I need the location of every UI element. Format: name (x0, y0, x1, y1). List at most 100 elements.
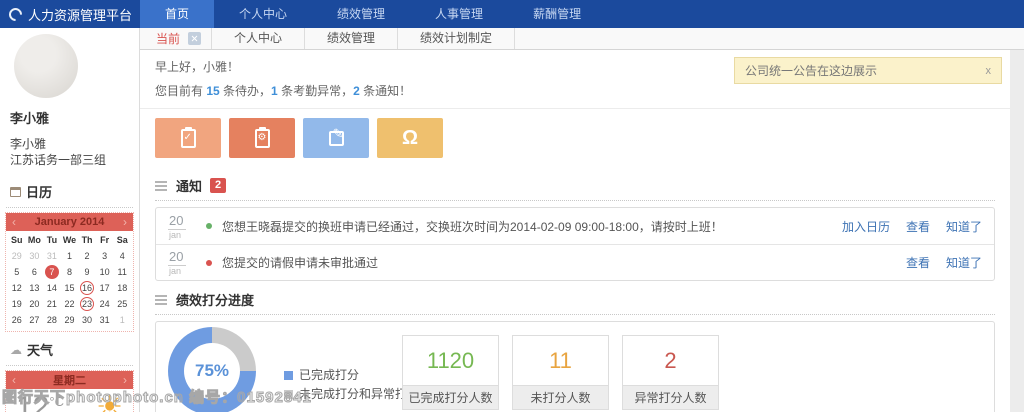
weekday-label: Fr (100, 235, 110, 246)
calendar-day[interactable]: 4 (113, 249, 131, 263)
main-area: 当前 个人中心 绩效管理 绩效计划制定 早上好，小雅！ 您目前有 15 条待办，… (140, 28, 1024, 412)
top-navbar: 人力资源管理平台 首页 个人中心 绩效管理 人事管理 薪酬管理 (0, 0, 1024, 28)
weekday-label: Th (81, 235, 93, 246)
calendar-day[interactable]: 14 (43, 281, 61, 295)
calendar-day[interactable]: 11 (113, 265, 131, 279)
calendar-prev-icon[interactable]: ‹ (12, 215, 16, 229)
todo-count: 15 (206, 84, 220, 98)
calendar-day[interactable]: 31 (43, 249, 61, 263)
calendar-section-header: 日历 (0, 174, 139, 205)
calendar-day-circled[interactable]: 23 (80, 297, 95, 312)
clipboard-gear-button[interactable]: ⚙ (229, 118, 295, 158)
calendar-icon (10, 186, 21, 197)
calendar-day[interactable]: 15 (61, 281, 79, 295)
divider (155, 314, 995, 315)
nav-item-hr[interactable]: 人事管理 (410, 0, 508, 28)
tab-performance-plan[interactable]: 绩效计划制定 (397, 28, 516, 49)
calendar-day[interactable]: 2 (78, 249, 96, 263)
weather-section-title: 天气 (27, 343, 54, 359)
calendar-day[interactable]: 29 (8, 249, 26, 263)
calendar-day[interactable]: 5 (8, 265, 26, 279)
list-icon (155, 298, 167, 301)
calendar-day[interactable]: 9 (78, 265, 96, 279)
calendar-header: ‹ January 2014 › (6, 213, 133, 232)
edit-button[interactable]: ✎ (303, 118, 369, 158)
acknowledge-link[interactable]: 知道了 (946, 218, 982, 235)
calendar-day[interactable]: 27 (26, 313, 44, 327)
announcement-close-icon[interactable]: x (986, 65, 992, 77)
status-dot-red (206, 259, 212, 266)
donut-center-label: 75% (194, 361, 230, 380)
calendar-day[interactable]: 8 (61, 265, 79, 279)
donut-chart: 75% (168, 327, 256, 412)
calendar-day[interactable]: 12 (8, 281, 26, 295)
calendar-day-selected[interactable]: 7 (44, 265, 59, 280)
weekday-label: Mo (27, 235, 41, 246)
stat-label: 异常打分人数 (623, 385, 718, 409)
logo-icon (6, 4, 25, 24)
weather-body: 12°C ☀ (6, 389, 133, 412)
weather-day-label: 星期二 (53, 375, 86, 388)
calendar-day[interactable]: 21 (43, 297, 61, 311)
notice-section-header: 通知 2 (140, 167, 1010, 195)
notice-date: 20 jan (168, 249, 202, 276)
tab-personal-center[interactable]: 个人中心 (211, 28, 304, 49)
calendar-day[interactable]: 31 (96, 313, 114, 327)
greeting-block: 早上好，小雅！ 您目前有 15 条待办，1 条考勤异常，2 条通知！ 公司统一公… (140, 50, 1010, 109)
calendar-day[interactable]: 13 (26, 281, 44, 295)
acknowledge-link[interactable]: 知道了 (946, 254, 982, 271)
calendar-day[interactable]: 25 (113, 297, 131, 311)
calendar-day[interactable]: 19 (8, 297, 26, 311)
progress-title: 绩效打分进度 (176, 293, 255, 308)
view-link[interactable]: 查看 (906, 218, 930, 235)
stat-card-completed: 1120 已完成打分人数 (402, 335, 499, 410)
calendar-day[interactable]: 30 (78, 313, 96, 327)
tab-performance[interactable]: 绩效管理 (304, 28, 397, 49)
calendar-day[interactable]: 28 (43, 313, 61, 327)
calendar-day[interactable]: 6 (26, 265, 44, 279)
calendar-day[interactable]: 3 (96, 249, 114, 263)
weather-next-icon[interactable]: › (123, 373, 127, 387)
sun-icon: ☀ (96, 391, 123, 412)
cloud-icon: ☁ (10, 342, 22, 357)
user-info-block: 李小雅 江苏话务一部三组 (0, 129, 139, 174)
status-dot-green (206, 223, 212, 229)
nav-item-personal[interactable]: 个人中心 (214, 0, 312, 28)
calendar-day[interactable]: 24 (96, 297, 114, 311)
add-to-calendar-link[interactable]: 加入日历 (842, 218, 890, 235)
calendar-day[interactable]: 26 (8, 313, 26, 327)
calendar-next-icon[interactable]: › (123, 215, 127, 229)
avatar[interactable] (14, 34, 78, 98)
weather-prev-icon[interactable]: ‹ (12, 373, 16, 387)
temperature-value: 12°C (16, 391, 64, 412)
calendar-day[interactable]: 29 (61, 313, 79, 327)
calendar-grid: Su Mo Tu We Th Fr Sa 29 30 31 1 2 3 4 5 … (6, 231, 133, 331)
sidebar: 李小雅 李小雅 江苏话务一部三组 日历 ‹ January 2014 › Su … (0, 28, 140, 412)
calendar-day[interactable]: 1 (113, 313, 131, 327)
attendance-exception-count: 1 (271, 84, 278, 98)
stat-label: 未打分人数 (513, 385, 608, 409)
calendar-widget: ‹ January 2014 › Su Mo Tu We Th Fr Sa 29… (5, 212, 134, 333)
calendar-day-circled[interactable]: 16 (80, 281, 95, 296)
nav-item-salary[interactable]: 薪酬管理 (508, 0, 606, 28)
progress-panel: 75% 已完成打分 未完成打分和异常打分 1120 已完成打分人数 11 未打分… (155, 321, 995, 412)
nav-item-home[interactable]: 首页 (140, 0, 215, 28)
close-icon[interactable] (188, 32, 202, 45)
calendar-day[interactable]: 1 (61, 249, 79, 263)
calendar-month-label: January 2014 (34, 216, 105, 229)
view-link[interactable]: 查看 (906, 254, 930, 271)
calendar-day[interactable]: 30 (26, 249, 44, 263)
stat-card-exception: 2 异常打分人数 (622, 335, 719, 410)
calendar-day[interactable]: 20 (26, 297, 44, 311)
current-label: 当前 (156, 32, 181, 46)
chart-legend: 已完成打分 未完成打分和异常打分 (284, 366, 419, 404)
calendar-day[interactable]: 10 (96, 265, 114, 279)
calendar-day[interactable]: 17 (96, 281, 114, 295)
award-button[interactable]: Ω (377, 118, 443, 158)
calendar-day[interactable]: 18 (113, 281, 131, 295)
clipboard-check-button[interactable]: ✓ (155, 118, 221, 158)
edit-icon: ✎ (328, 126, 344, 146)
calendar-day[interactable]: 22 (61, 297, 79, 311)
notice-badge: 2 (210, 177, 227, 194)
nav-item-performance[interactable]: 绩效管理 (312, 0, 410, 28)
